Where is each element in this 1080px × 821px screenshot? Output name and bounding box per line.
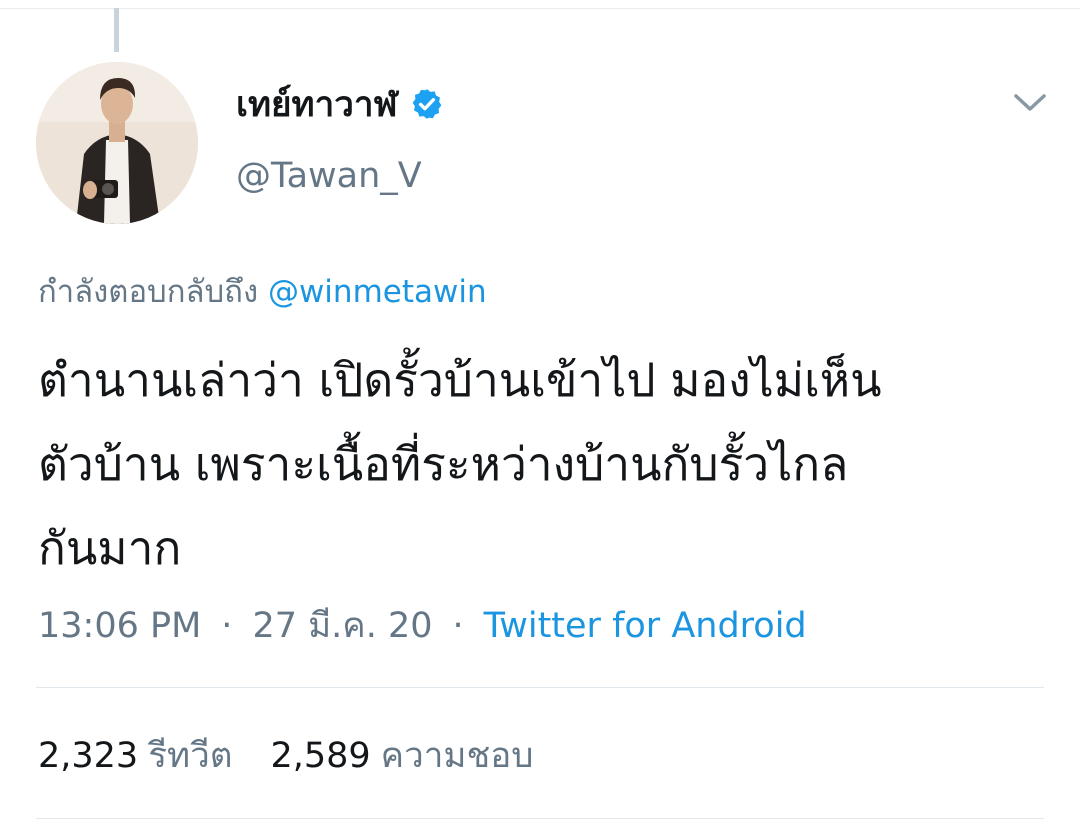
- tweet-date[interactable]: 27 มี.ค. 20: [252, 598, 432, 653]
- top-divider: [0, 8, 1080, 9]
- avatar[interactable]: [36, 62, 198, 224]
- divider: [36, 687, 1044, 688]
- tweet-text-line: ตำนานเล่าว่า เปิดรั้วบ้านเข้าไป มองไม่เห…: [38, 353, 882, 407]
- tweet-source-link[interactable]: Twitter for Android: [484, 606, 807, 646]
- tweet-meta: 13:06 PM · 27 มี.ค. 20 · Twitter for And…: [38, 598, 807, 653]
- author-handle[interactable]: @Tawan_V: [236, 156, 422, 196]
- thread-connector-line: [114, 8, 119, 52]
- replying-to-line: กำลังตอบกลับถึง @winmetawin: [38, 266, 487, 316]
- tweet-time[interactable]: 13:06 PM: [38, 606, 201, 646]
- divider: [36, 818, 1044, 819]
- verified-badge-icon: [412, 89, 441, 119]
- retweets-label: รีทวีต: [148, 736, 233, 776]
- tweet-body: ตำนานเล่าว่า เปิดรั้วบ้านเข้าไป มองไม่เห…: [38, 338, 1048, 590]
- likes-label: ความชอบ: [380, 736, 534, 776]
- author-display-name[interactable]: เทย์ทาวาฬ: [236, 77, 398, 132]
- author-name-row: เทย์ทาวาฬ: [236, 82, 444, 126]
- meta-separator: ·: [452, 605, 464, 646]
- tweet-text-line: ตัวบ้าน เพราะเนื้อที่ระหว่างบ้านกับรั้วไ…: [38, 437, 849, 491]
- replying-to-label: กำลังตอบกลับถึง: [38, 274, 259, 310]
- likes-stat[interactable]: 2,589 ความชอบ: [270, 728, 533, 783]
- chevron-down-icon[interactable]: [1010, 88, 1050, 116]
- retweets-count: 2,323: [38, 736, 139, 776]
- tweet-text-line: กันมาก: [38, 521, 182, 575]
- reply-mention-link[interactable]: @winmetawin: [268, 274, 487, 310]
- retweets-stat[interactable]: 2,323 รีทวีต: [38, 728, 232, 783]
- likes-count: 2,589: [270, 736, 371, 776]
- meta-separator: ·: [221, 605, 233, 646]
- tweet-stats: 2,323 รีทวีต 2,589 ความชอบ: [38, 728, 571, 783]
